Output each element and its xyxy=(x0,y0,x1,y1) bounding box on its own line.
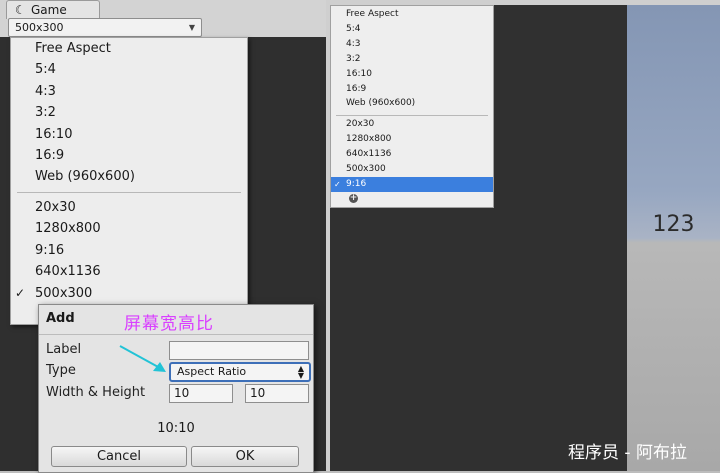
label-field-label: Label xyxy=(46,342,82,357)
menu-item-16-9[interactable]: 16:9 xyxy=(11,145,247,166)
menu-item-640x1136[interactable]: 640x1136 xyxy=(11,261,247,282)
resolution-dropdown-value: 500x300 xyxy=(15,21,64,34)
menu-item-5-4[interactable]: 5:4 xyxy=(331,22,493,37)
aspect-preview: 10:10 xyxy=(157,421,195,436)
menu-item-5-4[interactable]: 5:4 xyxy=(11,59,247,80)
ok-button[interactable]: OK xyxy=(191,446,299,467)
menu-item-20x30[interactable]: 20x30 xyxy=(331,117,493,132)
menu-separator xyxy=(336,115,488,116)
menu-item-500x300[interactable]: 500x300 xyxy=(331,162,493,177)
check-icon: ✓ xyxy=(15,286,26,300)
game-scene-view xyxy=(627,5,720,471)
menu-item-free-aspect[interactable]: Free Aspect xyxy=(11,38,247,59)
menu-item-3-2[interactable]: 3:2 xyxy=(331,52,493,67)
game-tab-label: Game xyxy=(31,3,67,17)
aspect-menu: Free Aspect 5:4 4:3 3:2 16:10 16:9 Web (… xyxy=(10,37,248,325)
menu-item-9-16[interactable]: 9:16 xyxy=(11,240,247,261)
cancel-button[interactable]: Cancel xyxy=(51,446,187,467)
scene-text: 123 xyxy=(652,212,695,237)
updown-arrow-icon: ▲ ▼ xyxy=(297,364,304,380)
type-field-label: Type xyxy=(46,363,76,378)
menu-item-web[interactable]: Web (960x600) xyxy=(11,166,247,187)
menu-item-16-10[interactable]: 16:10 xyxy=(11,124,247,145)
add-resolution-plus-icon[interactable]: + xyxy=(349,194,358,203)
unity-game-icon: ☾ xyxy=(15,3,26,17)
menu-item-500x300[interactable]: ✓ 500x300 xyxy=(11,283,247,304)
annotation-label: 屏幕宽高比 xyxy=(124,314,214,334)
menu-item-16-10[interactable]: 16:10 xyxy=(331,67,493,82)
width-input[interactable]: 10 xyxy=(169,384,233,403)
menu-item-4-3[interactable]: 4:3 xyxy=(11,81,247,102)
menu-item-free-aspect[interactable]: Free Aspect xyxy=(331,7,493,22)
label-input[interactable] xyxy=(169,341,309,360)
menu-item-web[interactable]: Web (960x600) xyxy=(331,96,493,111)
menu-item-20x30[interactable]: 20x30 xyxy=(11,197,247,218)
menu-item-640x1136[interactable]: 640x1136 xyxy=(331,147,493,162)
game-tab[interactable]: ☾ Game xyxy=(6,0,100,19)
resolution-dropdown[interactable]: 500x300 ▼ xyxy=(8,18,202,37)
annotation-arrow-icon xyxy=(119,345,166,372)
type-select[interactable]: Aspect Ratio ▲ ▼ xyxy=(169,362,311,382)
menu-item-1280x800[interactable]: 1280x800 xyxy=(11,218,247,239)
menu-item-1280x800[interactable]: 1280x800 xyxy=(331,132,493,147)
menu-item-4-3[interactable]: 4:3 xyxy=(331,37,493,52)
menu-item-3-2[interactable]: 3:2 xyxy=(11,102,247,123)
watermark: 程序员 - 阿布拉 xyxy=(568,443,687,463)
dialog-divider xyxy=(39,334,313,335)
check-icon: ✓ xyxy=(334,180,341,189)
aspect-menu-right: Free Aspect 5:4 4:3 3:2 16:10 16:9 Web (… xyxy=(330,5,494,208)
menu-item-16-9[interactable]: 16:9 xyxy=(331,82,493,97)
dialog-title: Add xyxy=(46,311,75,326)
menu-separator xyxy=(17,192,241,193)
menu-item-9-16[interactable]: ✓ 9:16 xyxy=(331,177,493,192)
height-input[interactable]: 10 xyxy=(245,384,309,403)
chevron-down-icon: ▼ xyxy=(188,23,195,32)
width-height-label: Width & Height xyxy=(46,385,146,400)
